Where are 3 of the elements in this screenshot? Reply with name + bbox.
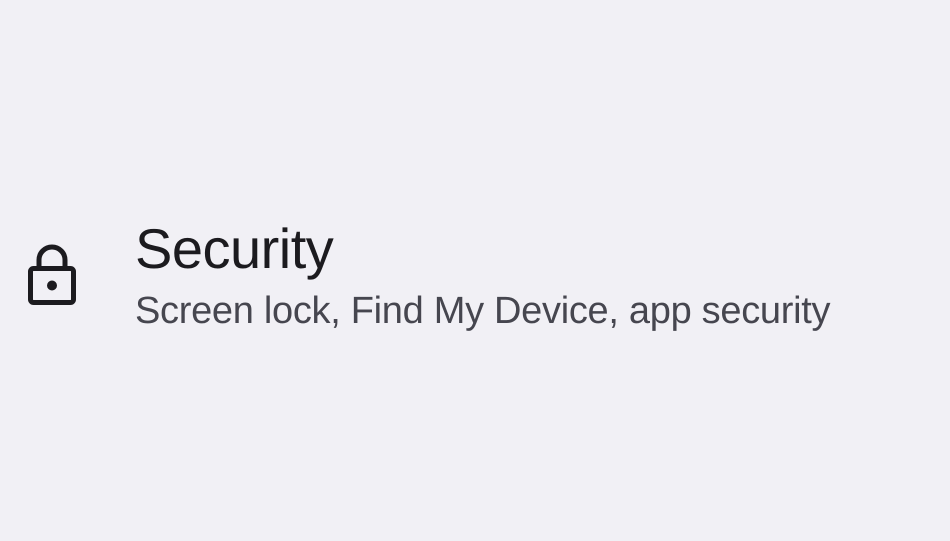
lock-icon [27, 244, 77, 306]
setting-title[interactable]: Security [135, 216, 830, 281]
setting-description: Screen lock, Find My Device, app security [135, 288, 830, 334]
